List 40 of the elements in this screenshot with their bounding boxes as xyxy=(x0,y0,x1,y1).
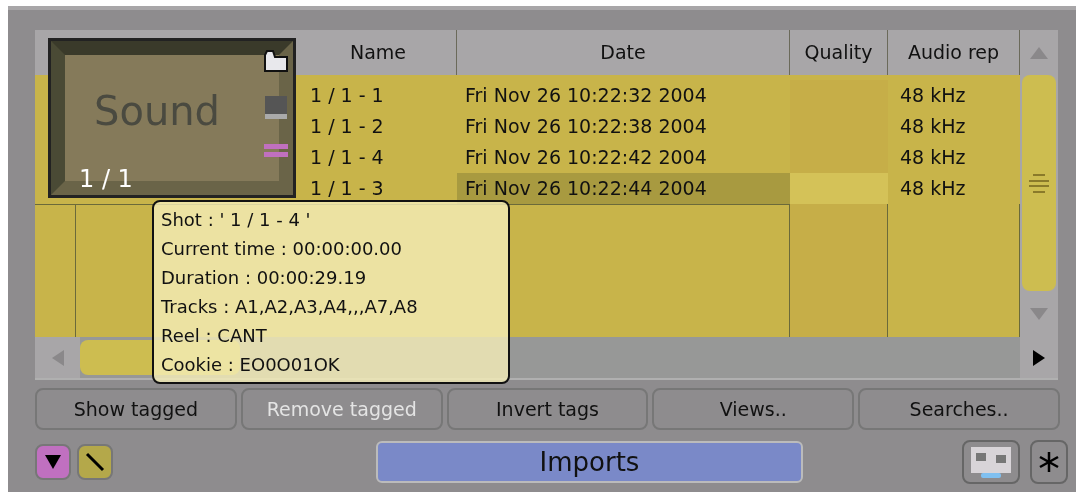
thumbnail-label: 1 / 1 xyxy=(79,165,133,193)
settings-button[interactable] xyxy=(1030,440,1068,484)
clip-preview-popup[interactable]: Sound 1 / 1 xyxy=(48,38,296,198)
table-cell[interactable]: Fri Nov 26 10:22:32 2004 xyxy=(457,80,790,111)
table-cell[interactable]: 1 / 1 - 2 xyxy=(300,111,457,142)
grip-icon xyxy=(1029,172,1049,194)
pen-button[interactable] xyxy=(77,444,113,480)
tooltip-line: Duration : 00:00:29.19 xyxy=(161,266,368,290)
toolbar-button[interactable]: Searches.. xyxy=(858,388,1060,430)
table-cell[interactable]: 1 / 1 - 4 xyxy=(300,142,457,173)
triangle-down-icon xyxy=(45,455,61,469)
vertical-scrollbar[interactable] xyxy=(1020,30,1058,337)
tooltip-line: Shot : ' 1 / 1 - 4 ' xyxy=(161,208,312,232)
table-cell[interactable]: Fri Nov 26 10:22:38 2004 xyxy=(457,111,790,142)
pen-icon xyxy=(84,451,106,473)
tooltip-line: Reel : CANT xyxy=(161,324,268,348)
tooltip-line: Cookie : EO0O01OK xyxy=(161,353,341,377)
table-cell[interactable]: 48 kHz xyxy=(888,111,1020,142)
tooltip-line: Tracks : A1,A2,A3,A4,,,A7,A8 xyxy=(161,295,419,319)
toolbar-button[interactable]: Show tagged xyxy=(35,388,237,430)
thumbnail-title: Sound xyxy=(94,87,220,136)
asterisk-icon xyxy=(1038,451,1060,473)
table-cell[interactable]: 1 / 1 - 1 xyxy=(300,80,457,111)
display-button[interactable] xyxy=(962,440,1020,484)
list-icon[interactable] xyxy=(263,143,289,159)
dropdown-button[interactable] xyxy=(35,444,71,480)
toolbar-button[interactable]: Views.. xyxy=(652,388,855,430)
toolbar-button[interactable]: Invert tags xyxy=(446,388,649,430)
right-arrow-icon[interactable] xyxy=(1033,349,1045,366)
tooltip-line: Current time : 00:00:00.00 xyxy=(161,237,403,261)
monitor-icon[interactable] xyxy=(264,95,288,121)
tape-icon xyxy=(969,445,1013,479)
bin-name-bar[interactable]: Imports xyxy=(376,441,803,483)
table-cell[interactable]: Fri Nov 26 10:22:44 2004 xyxy=(457,173,790,204)
table-cell[interactable]: 48 kHz xyxy=(888,173,1020,204)
table-cell[interactable]: Fri Nov 26 10:22:42 2004 xyxy=(457,142,790,173)
table-cell[interactable]: 48 kHz xyxy=(888,142,1020,173)
table-cell[interactable]: 48 kHz xyxy=(888,80,1020,111)
table-cell[interactable]: 1 / 1 - 3 xyxy=(300,173,457,204)
scrollbar-thumb[interactable] xyxy=(1022,75,1056,291)
